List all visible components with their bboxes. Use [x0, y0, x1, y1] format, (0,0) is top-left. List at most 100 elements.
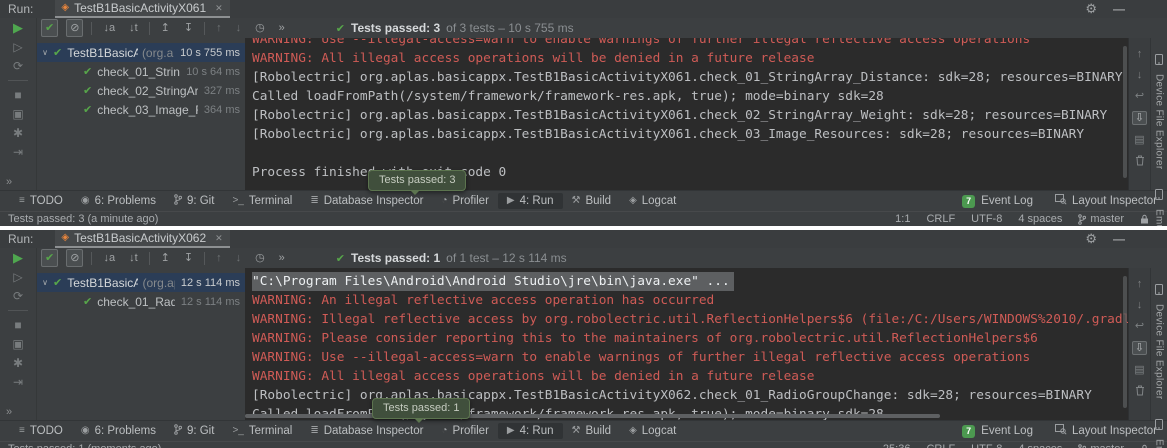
- event-log-button[interactable]: 7 Event Log: [962, 425, 1033, 438]
- close-tab-icon[interactable]: ✕: [215, 3, 223, 14]
- git-branch-indicator[interactable]: master: [1078, 213, 1124, 225]
- tool-stripe-emulator[interactable]: Emulator: [1154, 417, 1165, 448]
- scroll-to-end-icon[interactable]: ⇩: [1132, 111, 1147, 125]
- toolwindow-todo[interactable]: ≡TODO: [10, 423, 72, 439]
- settings-gear-icon[interactable]: ⚙: [1085, 231, 1097, 247]
- encoding-indicator[interactable]: UTF-8: [971, 443, 1002, 448]
- status-message[interactable]: Tests passed: 1 (moments ago): [8, 443, 161, 448]
- next-test-icon[interactable]: ↓: [233, 250, 245, 266]
- print-icon[interactable]: ▤: [1134, 134, 1144, 146]
- test-history-icon[interactable]: ◷: [252, 20, 268, 36]
- rerun-failed-tests-icon[interactable]: ▷: [13, 270, 22, 284]
- more-toolbar-icon[interactable]: »: [276, 20, 288, 36]
- soft-wrap-icon[interactable]: ↩: [1135, 90, 1144, 102]
- print-icon[interactable]: ▤: [1134, 364, 1144, 376]
- test-tree-row[interactable]: ✔ check_02_StringArray_Weight 327 ms: [37, 81, 245, 100]
- test-tree-root-row[interactable]: ∨ ✔ TestB1BasicActivityX062 (org.aplas.t…: [37, 273, 245, 292]
- attach-process-icon[interactable]: ⇥: [13, 145, 23, 159]
- scroll-down-icon[interactable]: ↓: [1137, 299, 1143, 311]
- restore-layout-icon[interactable]: ✱: [13, 126, 23, 140]
- thread-dump-icon[interactable]: ▣: [12, 107, 23, 121]
- stop-icon[interactable]: ■: [14, 88, 21, 102]
- more-actions-icon[interactable]: »: [6, 406, 12, 418]
- tool-stripe-device-file-explorer[interactable]: Device File Explorer: [1154, 52, 1165, 169]
- caret-position[interactable]: 25:36: [883, 443, 911, 448]
- toolwindow-run[interactable]: ▶4: Run: [498, 193, 563, 209]
- collapse-all-icon[interactable]: ↧: [181, 20, 196, 36]
- sort-alphabetically-icon[interactable]: ↓a: [100, 20, 118, 36]
- git-branch-indicator[interactable]: master: [1078, 443, 1124, 448]
- indent-indicator[interactable]: 4 spaces: [1018, 213, 1062, 225]
- indent-indicator[interactable]: 4 spaces: [1018, 443, 1062, 448]
- encoding-indicator[interactable]: UTF-8: [971, 213, 1002, 225]
- scroll-down-icon[interactable]: ↓: [1137, 69, 1143, 81]
- toolwindow-logcat[interactable]: ◈Logcat: [620, 193, 685, 209]
- test-history-icon[interactable]: ◷: [252, 250, 268, 266]
- console-horizontal-scrollbar[interactable]: [245, 414, 940, 418]
- scroll-to-end-icon[interactable]: ⇩: [1132, 341, 1147, 355]
- toolwindow-profiler[interactable]: ◔Profiler: [432, 423, 497, 439]
- scroll-up-icon[interactable]: ↑: [1137, 278, 1143, 290]
- chevron-down-icon[interactable]: ∨: [37, 278, 53, 287]
- event-log-button[interactable]: 7 Event Log: [962, 195, 1033, 208]
- toolwindow-git[interactable]: 9: Git: [165, 422, 223, 440]
- line-ending-indicator[interactable]: CRLF: [926, 213, 955, 225]
- toolwindow-terminal[interactable]: >_Terminal: [223, 193, 301, 209]
- toolwindow-profiler[interactable]: ◔Profiler: [432, 193, 497, 209]
- show-passed-icon[interactable]: ✔: [41, 19, 58, 37]
- sort-by-duration-icon[interactable]: ↓t: [126, 250, 141, 266]
- run-tab[interactable]: ◈ TestB1BasicActivityX061 ✕: [55, 0, 229, 18]
- toolwindow-git[interactable]: 9: Git: [165, 192, 223, 210]
- toggle-auto-test-icon[interactable]: ⟳: [13, 289, 23, 303]
- lock-icon[interactable]: [1140, 444, 1149, 448]
- clear-all-icon[interactable]: [1135, 155, 1145, 169]
- more-actions-icon[interactable]: »: [6, 176, 12, 188]
- collapse-all-icon[interactable]: ↧: [181, 250, 196, 266]
- show-passed-icon[interactable]: ✔: [41, 249, 58, 267]
- status-message[interactable]: Tests passed: 3 (a minute ago): [8, 213, 158, 225]
- lock-icon[interactable]: [1140, 214, 1149, 224]
- sort-by-duration-icon[interactable]: ↓t: [126, 20, 141, 36]
- previous-test-icon[interactable]: ↑: [213, 20, 225, 36]
- layout-inspector-button[interactable]: Layout Inspector: [1055, 424, 1157, 438]
- test-tree-row[interactable]: ✔ check_03_Image_Resources 364 ms: [37, 100, 245, 119]
- test-tree-root-row[interactable]: ∨ ✔ TestB1BasicActivityX061 (org.aplas.t…: [37, 43, 245, 62]
- tool-stripe-emulator[interactable]: Emulator: [1154, 187, 1165, 226]
- test-tree-row[interactable]: ✔ check_01_StringArray_Distance 10 s 64 …: [37, 62, 245, 81]
- soft-wrap-icon[interactable]: ↩: [1135, 320, 1144, 332]
- toolwindow-problems[interactable]: ◉6: Problems: [72, 423, 165, 439]
- show-ignored-icon[interactable]: ⊘: [66, 249, 83, 267]
- thread-dump-icon[interactable]: ▣: [12, 337, 23, 351]
- toolwindow-build[interactable]: ⚒Build: [563, 423, 621, 439]
- toolwindow-logcat[interactable]: ◈Logcat: [620, 423, 685, 439]
- toolwindow-problems[interactable]: ◉6: Problems: [72, 193, 165, 209]
- console-vertical-scrollbar[interactable]: [1123, 46, 1127, 178]
- previous-test-icon[interactable]: ↑: [213, 250, 225, 266]
- toolwindow-todo[interactable]: ≡TODO: [10, 193, 72, 209]
- caret-position[interactable]: 1:1: [895, 213, 910, 225]
- run-tab[interactable]: ◈ TestB1BasicActivityX062 ✕: [55, 230, 229, 248]
- expand-all-icon[interactable]: ↥: [158, 20, 173, 36]
- rerun-failed-tests-icon[interactable]: ▷: [13, 40, 22, 54]
- chevron-down-icon[interactable]: ∨: [37, 48, 53, 57]
- layout-inspector-button[interactable]: Layout Inspector: [1055, 194, 1157, 208]
- expand-all-icon[interactable]: ↥: [158, 250, 173, 266]
- attach-process-icon[interactable]: ⇥: [13, 375, 23, 389]
- test-tree-row[interactable]: ✔ check_01_RadioGroupChange 12 s 114 ms: [37, 292, 245, 311]
- toolwindow-terminal[interactable]: >_Terminal: [223, 423, 301, 439]
- more-toolbar-icon[interactable]: »: [276, 250, 288, 266]
- toolwindow-run[interactable]: ▶4: Run: [498, 423, 563, 439]
- clear-all-icon[interactable]: [1135, 385, 1145, 399]
- toolwindow-build[interactable]: ⚒Build: [563, 193, 621, 209]
- next-test-icon[interactable]: ↓: [233, 20, 245, 36]
- rerun-tests-icon[interactable]: ▶: [13, 251, 23, 265]
- close-tab-icon[interactable]: ✕: [215, 233, 223, 244]
- scroll-up-icon[interactable]: ↑: [1137, 48, 1143, 60]
- show-ignored-icon[interactable]: ⊘: [66, 19, 83, 37]
- line-ending-indicator[interactable]: CRLF: [926, 443, 955, 448]
- toggle-auto-test-icon[interactable]: ⟳: [13, 59, 23, 73]
- tool-stripe-device-file-explorer[interactable]: Device File Explorer: [1154, 282, 1165, 399]
- run-console[interactable]: WARNING: Use --illegal-access=warn to en…: [245, 38, 1128, 190]
- console-vertical-scrollbar[interactable]: [1123, 276, 1127, 408]
- settings-gear-icon[interactable]: ⚙: [1085, 1, 1097, 17]
